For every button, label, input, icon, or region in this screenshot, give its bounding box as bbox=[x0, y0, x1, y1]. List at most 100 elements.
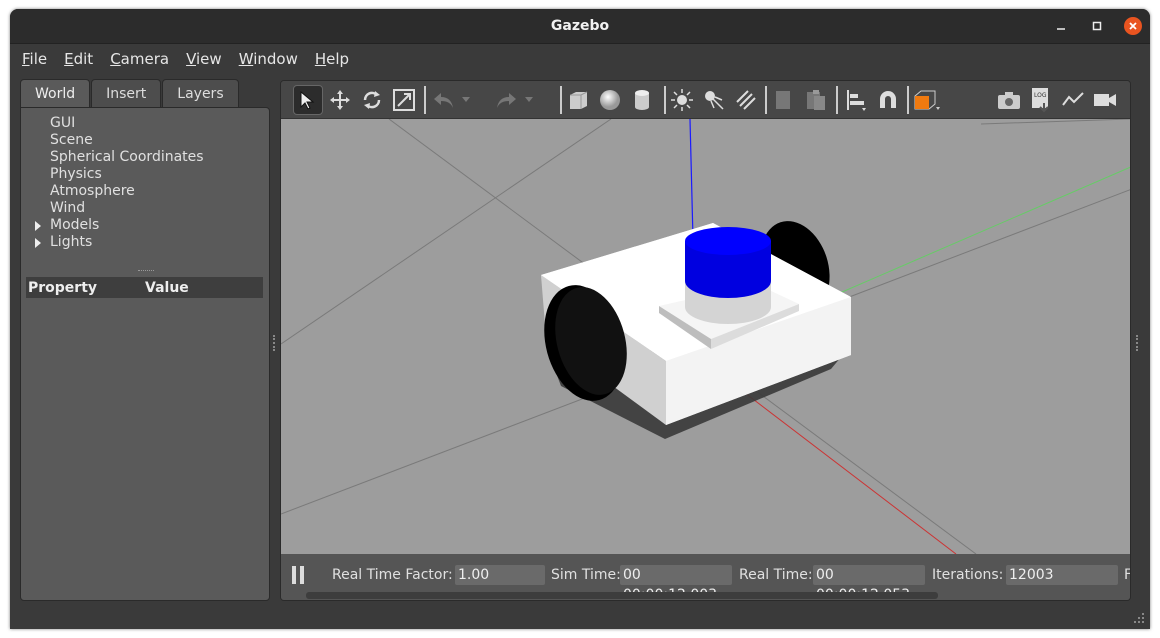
value-column-header: Value bbox=[145, 279, 189, 296]
3d-viewport[interactable] bbox=[281, 118, 1130, 555]
insert-cylinder-button[interactable] bbox=[627, 85, 657, 115]
insert-directional-light-button[interactable] bbox=[731, 85, 761, 115]
status-scrollbar[interactable] bbox=[306, 592, 938, 599]
close-button[interactable] bbox=[1124, 17, 1142, 35]
insert-box-button[interactable] bbox=[563, 85, 593, 115]
video-record-button[interactable] bbox=[1090, 85, 1120, 115]
iterations-field: 12003 bbox=[1006, 565, 1118, 585]
window-title: Gazebo bbox=[550, 18, 610, 34]
tree-item-lights[interactable]: Lights bbox=[35, 234, 204, 251]
title-bar[interactable]: Gazebo bbox=[10, 9, 1150, 44]
tree-item-models[interactable]: Models bbox=[35, 217, 204, 234]
translate-mode-button[interactable] bbox=[325, 85, 355, 115]
log-button[interactable]: LOG bbox=[1026, 85, 1056, 115]
tree-item-spherical-coordinates[interactable]: Spherical Coordinates bbox=[35, 149, 204, 166]
menu-label: elp bbox=[326, 49, 350, 68]
tree-item-label: Physics bbox=[50, 166, 102, 182]
tab-insert[interactable]: Insert bbox=[91, 79, 162, 107]
scene-render bbox=[281, 118, 1130, 555]
select-mode-button[interactable] bbox=[293, 85, 323, 115]
tree-item-gui[interactable]: GUI bbox=[35, 115, 204, 132]
undo-history-dropdown[interactable] bbox=[459, 85, 473, 115]
tab-world[interactable]: World bbox=[20, 79, 91, 107]
tree-item-physics[interactable]: Physics bbox=[35, 166, 204, 183]
screenshot-icon bbox=[998, 92, 1020, 109]
real-time-field: 00 00:00:12.053 bbox=[813, 565, 925, 600]
minimize-button[interactable] bbox=[1052, 17, 1070, 35]
real-time-factor-label: Real Time Factor: bbox=[332, 567, 453, 583]
main-area: LOG Real Time Factor: 1.00 Sim Time: 00 … bbox=[280, 80, 1131, 601]
left-panel-resize-handle[interactable] bbox=[273, 335, 276, 351]
copy-button[interactable] bbox=[769, 85, 799, 115]
tree-item-wind[interactable]: Wind bbox=[35, 200, 204, 217]
view-angle-icon bbox=[914, 90, 940, 110]
menu-edit[interactable]: Edit bbox=[64, 50, 93, 68]
window-resize-grip-icon[interactable] bbox=[1134, 613, 1144, 623]
menu-mnemonic: V bbox=[186, 49, 197, 68]
redo-button[interactable] bbox=[491, 85, 521, 115]
tab-layers[interactable]: Layers bbox=[162, 79, 239, 107]
pause-button[interactable] bbox=[292, 566, 306, 584]
maximize-icon bbox=[1092, 21, 1102, 31]
menu-label: indow bbox=[253, 49, 298, 68]
menu-camera[interactable]: Camera bbox=[110, 50, 169, 68]
toolbar: LOG bbox=[281, 81, 1130, 119]
view-angle-button[interactable] bbox=[911, 85, 941, 115]
scale-mode-button[interactable] bbox=[389, 85, 419, 115]
redo-icon bbox=[497, 93, 516, 108]
menu-mnemonic: F bbox=[22, 49, 30, 68]
tree-item-label: Spherical Coordinates bbox=[50, 149, 204, 165]
insert-point-light-button[interactable] bbox=[667, 85, 697, 115]
tree-item-scene[interactable]: Scene bbox=[35, 132, 204, 149]
sim-time-field: 00 00:00:12.003 bbox=[620, 565, 732, 600]
expand-arrow-icon[interactable] bbox=[35, 221, 41, 231]
maximize-button[interactable] bbox=[1088, 17, 1106, 35]
menu-file[interactable]: File bbox=[22, 50, 47, 68]
sim-time-label: Sim Time: bbox=[551, 567, 621, 583]
translate-icon bbox=[330, 90, 350, 110]
snap-button[interactable] bbox=[873, 85, 903, 115]
insert-sphere-button[interactable] bbox=[595, 85, 625, 115]
redo-history-dropdown[interactable] bbox=[522, 85, 536, 115]
tree-item-label: Models bbox=[50, 217, 100, 233]
panel-splitter[interactable] bbox=[138, 270, 154, 273]
menu-view[interactable]: View bbox=[186, 50, 222, 68]
toolbar-separator bbox=[907, 86, 909, 114]
real-time-factor-field: 1.00 bbox=[455, 565, 545, 585]
expand-arrow-icon[interactable] bbox=[35, 238, 41, 248]
menu-window[interactable]: Window bbox=[239, 50, 298, 68]
copy-icon bbox=[776, 91, 790, 109]
menu-mnemonic: H bbox=[314, 49, 327, 68]
insert-spot-light-button[interactable] bbox=[699, 85, 729, 115]
plot-button[interactable] bbox=[1058, 85, 1088, 115]
property-table-header: Property Value bbox=[26, 277, 263, 298]
snap-icon bbox=[880, 91, 896, 108]
screenshot-button[interactable] bbox=[994, 85, 1024, 115]
menu-label: amera bbox=[120, 49, 170, 68]
video-record-icon bbox=[1094, 94, 1116, 106]
rotate-mode-button[interactable] bbox=[357, 85, 387, 115]
point-light-icon bbox=[671, 89, 693, 111]
paste-button[interactable] bbox=[801, 85, 831, 115]
tree-item-label: Atmosphere bbox=[50, 183, 135, 199]
svg-text:LOG: LOG bbox=[1034, 92, 1047, 99]
toolbar-separator bbox=[664, 86, 666, 114]
toolbar-separator bbox=[424, 86, 426, 114]
toolbar-separator bbox=[560, 86, 562, 114]
world-tab-panel: GUI Scene Spherical Coordinates Physics Atmo… bbox=[20, 107, 270, 601]
right-panel-resize-handle[interactable] bbox=[1136, 335, 1139, 351]
menu-label: iew bbox=[196, 49, 222, 68]
align-button[interactable] bbox=[841, 85, 871, 115]
pause-icon bbox=[292, 566, 296, 584]
status-bar: Real Time Factor: 1.00 Sim Time: 00 00:0… bbox=[281, 554, 1130, 600]
menu-mnemonic: E bbox=[64, 49, 74, 68]
tree-item-label: GUI bbox=[50, 115, 76, 131]
gazebo-window: Gazebo File Edit Camera View Window Help Worl… bbox=[10, 9, 1150, 629]
align-icon bbox=[847, 90, 866, 111]
menu-help[interactable]: Help bbox=[315, 50, 349, 68]
real-time-label: Real Time: bbox=[739, 567, 813, 583]
undo-button[interactable] bbox=[429, 85, 459, 115]
tree-item-atmosphere[interactable]: Atmosphere bbox=[35, 183, 204, 200]
property-column-header: Property bbox=[28, 279, 98, 296]
paste-icon bbox=[807, 90, 825, 110]
